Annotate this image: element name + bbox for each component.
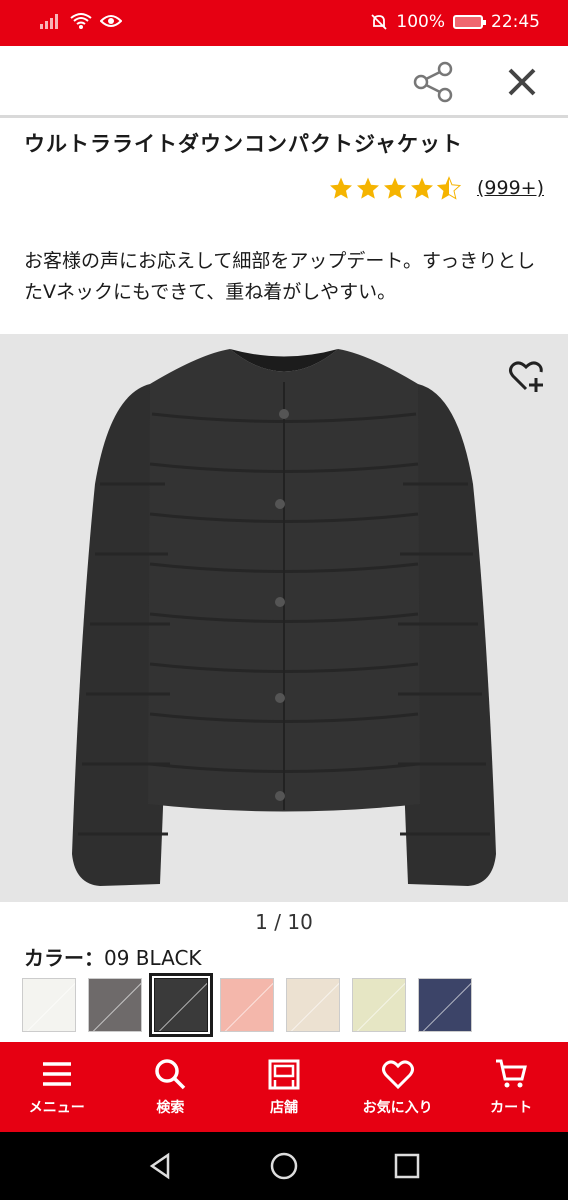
color-label: カラー： bbox=[24, 946, 104, 970]
mute-icon bbox=[371, 14, 388, 30]
nav-cart-label: カート bbox=[490, 1100, 533, 1116]
rating[interactable]: (999+) bbox=[329, 176, 544, 200]
swatch-gray[interactable] bbox=[88, 978, 142, 1032]
nav-favorites-label: お気に入り bbox=[362, 1100, 433, 1116]
swatch-navy[interactable] bbox=[418, 978, 472, 1032]
nav-menu[interactable]: メニュー bbox=[0, 1042, 114, 1132]
half-star-icon bbox=[436, 176, 461, 200]
image-pager: 1 / 10 bbox=[255, 910, 313, 934]
wifi-icon bbox=[70, 13, 92, 29]
swatch-pink[interactable] bbox=[220, 978, 274, 1032]
color-selection-label: カラー：09 BLACK bbox=[24, 942, 202, 971]
nav-store-label: 店舗 bbox=[269, 1100, 298, 1116]
close-button[interactable] bbox=[500, 60, 544, 104]
search-icon bbox=[155, 1059, 186, 1090]
review-count-link[interactable]: (999+) bbox=[477, 177, 544, 199]
eye-icon bbox=[100, 15, 122, 27]
recents-icon[interactable] bbox=[392, 1151, 422, 1181]
signal-icon bbox=[40, 14, 58, 29]
star-icon bbox=[356, 177, 379, 199]
nav-favorites[interactable]: お気に入り bbox=[341, 1042, 455, 1132]
heart-icon bbox=[381, 1060, 414, 1090]
product-image[interactable] bbox=[0, 334, 568, 902]
star-icon bbox=[329, 177, 352, 199]
clock: 22:45 bbox=[491, 12, 540, 32]
status-icons-left bbox=[40, 12, 122, 30]
heart-plus-icon bbox=[509, 361, 543, 392]
top-action-bar bbox=[0, 46, 568, 118]
bottom-navigation: メニュー 検索 店舗 お気に入り カート bbox=[0, 1042, 568, 1132]
battery-percent: 100% bbox=[396, 12, 445, 32]
color-swatches bbox=[22, 973, 472, 1037]
nav-cart[interactable]: カート bbox=[454, 1042, 568, 1132]
share-icon bbox=[413, 61, 453, 103]
color-value: 09 BLACK bbox=[104, 946, 202, 970]
star-icon bbox=[383, 177, 406, 199]
home-icon[interactable] bbox=[269, 1151, 299, 1181]
nav-store[interactable]: 店舗 bbox=[227, 1042, 341, 1132]
status-icons-right: 100% 22:45 bbox=[370, 12, 540, 32]
battery-icon bbox=[453, 15, 486, 29]
swatch-black[interactable] bbox=[149, 973, 213, 1037]
share-button[interactable] bbox=[412, 60, 456, 104]
nav-menu-label: メニュー bbox=[28, 1100, 85, 1116]
product-description: お客様の声にお応えして細部をアップデート。すっきりとしたVネックにもできて、重ね… bbox=[24, 250, 536, 303]
status-bar: 100% 22:45 bbox=[0, 0, 568, 46]
menu-icon bbox=[42, 1062, 71, 1086]
swatch-white[interactable] bbox=[22, 978, 76, 1032]
star-icon bbox=[410, 177, 433, 199]
swatch-beige[interactable] bbox=[286, 978, 340, 1032]
swatch-cream[interactable] bbox=[352, 978, 406, 1032]
star-rating bbox=[329, 176, 461, 200]
add-favorite-button[interactable] bbox=[506, 356, 546, 396]
cart-icon bbox=[496, 1059, 528, 1088]
jacket-image bbox=[72, 349, 496, 886]
store-icon bbox=[268, 1059, 300, 1090]
product-title: ウルトラライトダウンコンパクトジャケット bbox=[24, 132, 463, 156]
close-icon bbox=[508, 68, 536, 96]
nav-search[interactable]: 検索 bbox=[114, 1042, 228, 1132]
back-icon[interactable] bbox=[146, 1151, 176, 1181]
system-navigation-bar bbox=[0, 1132, 568, 1200]
nav-search-label: 検索 bbox=[156, 1100, 185, 1116]
